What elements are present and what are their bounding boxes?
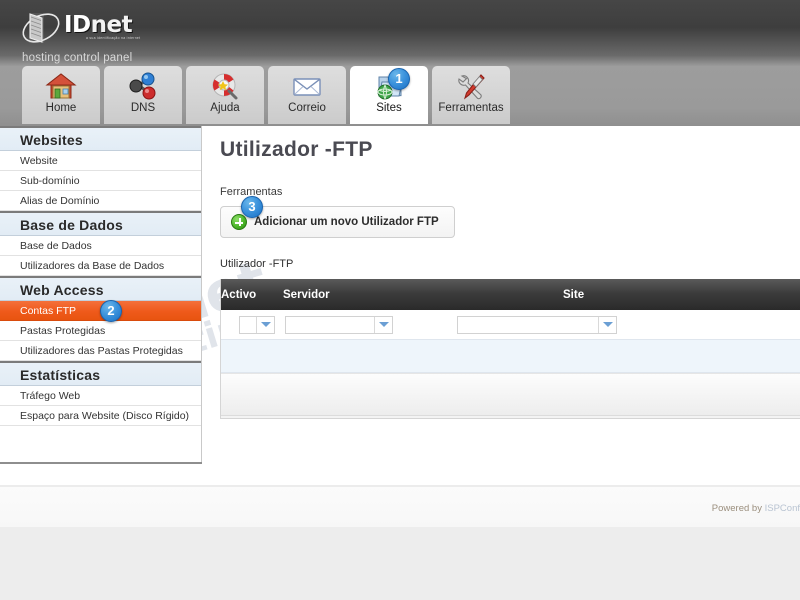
brand-wordmark: IDnet	[64, 12, 133, 38]
step-badge-3: 3	[241, 196, 263, 218]
column-header-activo[interactable]: Activo	[221, 289, 283, 301]
sidebar-item-label: Contas FTP	[20, 305, 77, 317]
green-plus-icon	[231, 214, 247, 230]
sidebar-item-label: Website	[20, 155, 58, 167]
filter-activo-value	[240, 316, 257, 333]
list-section-caption: Utilizador -FTP	[220, 258, 294, 270]
chevron-down-icon[interactable]	[257, 316, 274, 333]
page-body: IDnet hosting WebsitesWebsiteSub-domínio…	[0, 126, 800, 527]
sidebar-item-label: Espaço para Website (Disco Rígido)	[20, 410, 190, 422]
sidebar-item-utilizadores-da-base-de-dados[interactable]: Utilizadores da Base de Dados	[0, 256, 201, 276]
sidebar-item-website[interactable]: Website	[0, 151, 201, 171]
chevron-down-icon[interactable]	[375, 316, 392, 333]
sidebar-bottom-divider	[0, 462, 202, 464]
viewport-filler	[0, 527, 800, 600]
nav-group-websites: Websites	[0, 126, 201, 151]
sidebar-item-sub-dom-nio[interactable]: Sub-domínio	[0, 171, 201, 191]
brand-tagline: a sua identificação na internet	[86, 36, 141, 40]
step-badge-1: 1	[388, 68, 410, 90]
chevron-down-icon[interactable]	[599, 316, 616, 333]
sidebar-item-pastas-protegidas[interactable]: Pastas Protegidas	[0, 321, 201, 341]
envelope-icon	[293, 78, 321, 96]
sidebar-item-alias-de-dom-nio[interactable]: Alias de Domínio	[0, 191, 201, 211]
sidebar-item-contas-ftp[interactable]: Contas FTP 2	[0, 300, 201, 322]
site-header: IDnet a sua identificação na internet ho…	[0, 0, 800, 66]
lifering-magnifier-icon	[186, 66, 264, 102]
control-panel-page: IDnet a sua identificação na internet ho…	[0, 0, 800, 527]
tab-ajuda[interactable]: Ajuda	[186, 66, 264, 124]
sidebar-item-espa-o-para-website-disco-r-gido[interactable]: Espaço para Website (Disco Rígido)	[0, 406, 201, 426]
sidebar-item-label: Base de Dados	[20, 240, 92, 252]
brand-wordmark-part1: ID	[64, 12, 91, 38]
sidebar-item-label: Utilizadores das Pastas Protegidas	[20, 345, 183, 357]
powered-by-prefix: Powered by	[711, 503, 765, 514]
add-ftp-user-button[interactable]: Adicionar um novo Utilizador FTP	[231, 214, 440, 230]
nav-group-base-de-dados: Base de Dados	[0, 211, 201, 236]
table-header-row: Activo Servidor Site	[221, 279, 800, 310]
molecule-icon	[129, 72, 156, 100]
tools-section-label: Ferramentas	[220, 186, 283, 198]
table-footer-row	[221, 373, 800, 415]
main-content: Utilizador -FTP Ferramentas 3 Adicionar …	[202, 126, 800, 419]
header-subtitle: hosting control panel	[22, 52, 133, 64]
nav-group-web-access: Web Access	[0, 276, 201, 301]
wrench-screwdriver-icon	[458, 74, 485, 100]
wrench-screwdriver-icon	[432, 66, 510, 102]
filter-servidor-select[interactable]	[285, 315, 393, 334]
filter-activo-select[interactable]	[239, 315, 275, 334]
tab-dns[interactable]: DNS	[104, 66, 182, 124]
filter-servidor-value	[286, 316, 375, 333]
table-empty-row	[221, 340, 800, 373]
main-tab-bar: Home DNS Ajuda Correio 1 Sites Ferrament…	[0, 66, 800, 126]
house-icon	[22, 66, 100, 102]
lifering-magnifier-icon	[212, 73, 238, 100]
tab-home[interactable]: Home	[22, 66, 100, 124]
step-badge-2: 2	[100, 300, 122, 322]
filter-site-select[interactable]	[457, 315, 617, 334]
sidebar-item-base-de-dados[interactable]: Base de Dados	[0, 236, 201, 256]
sidebar-item-utilizadores-das-pastas-protegidas[interactable]: Utilizadores das Pastas Protegidas	[0, 341, 201, 361]
left-navigation: Websites Website Sub-domínio Alias de Domín…	[0, 126, 202, 464]
tab-correio[interactable]: Correio	[268, 66, 346, 124]
house-icon	[45, 73, 77, 99]
sidebar-item-label: Tráfego Web	[20, 390, 81, 402]
powered-by-brand: ISPConf	[764, 503, 800, 514]
molecule-icon	[104, 66, 182, 102]
table-bottom-edge	[221, 415, 800, 418]
brand-wordmark-part2: net	[90, 12, 133, 38]
sidebar-item-label: Utilizadores da Base de Dados	[20, 260, 165, 272]
column-header-site[interactable]: Site	[563, 289, 800, 301]
filter-site-value	[458, 316, 599, 333]
table-filter-row	[221, 310, 800, 340]
column-header-servidor[interactable]: Servidor	[283, 289, 563, 301]
add-ftp-user-label: Adicionar um novo Utilizador FTP	[254, 216, 439, 228]
sidebar-item-label: Sub-domínio	[20, 175, 80, 187]
sidebar-item-tr-fego-web[interactable]: Tráfego Web	[0, 386, 201, 406]
envelope-icon	[268, 66, 346, 102]
nav-group-estatísticas: Estatísticas	[0, 361, 201, 386]
idnet-swoosh-logo-icon	[22, 13, 60, 43]
sidebar-item-label: Alias de Domínio	[20, 195, 100, 207]
page-title: Utilizador -FTP	[220, 138, 373, 161]
tools-panel: 3 Adicionar um novo Utilizador FTP	[220, 196, 455, 238]
tab-ferramentas[interactable]: Ferramentas	[432, 66, 510, 124]
tab-sites[interactable]: 1 Sites	[350, 66, 428, 124]
ftp-users-table: Activo Servidor Site	[220, 279, 800, 419]
page-footer: Powered by ISPConf	[0, 485, 800, 527]
powered-by-text: Powered by ISPConf	[712, 503, 800, 514]
sidebar-item-label: Pastas Protegidas	[20, 325, 106, 337]
